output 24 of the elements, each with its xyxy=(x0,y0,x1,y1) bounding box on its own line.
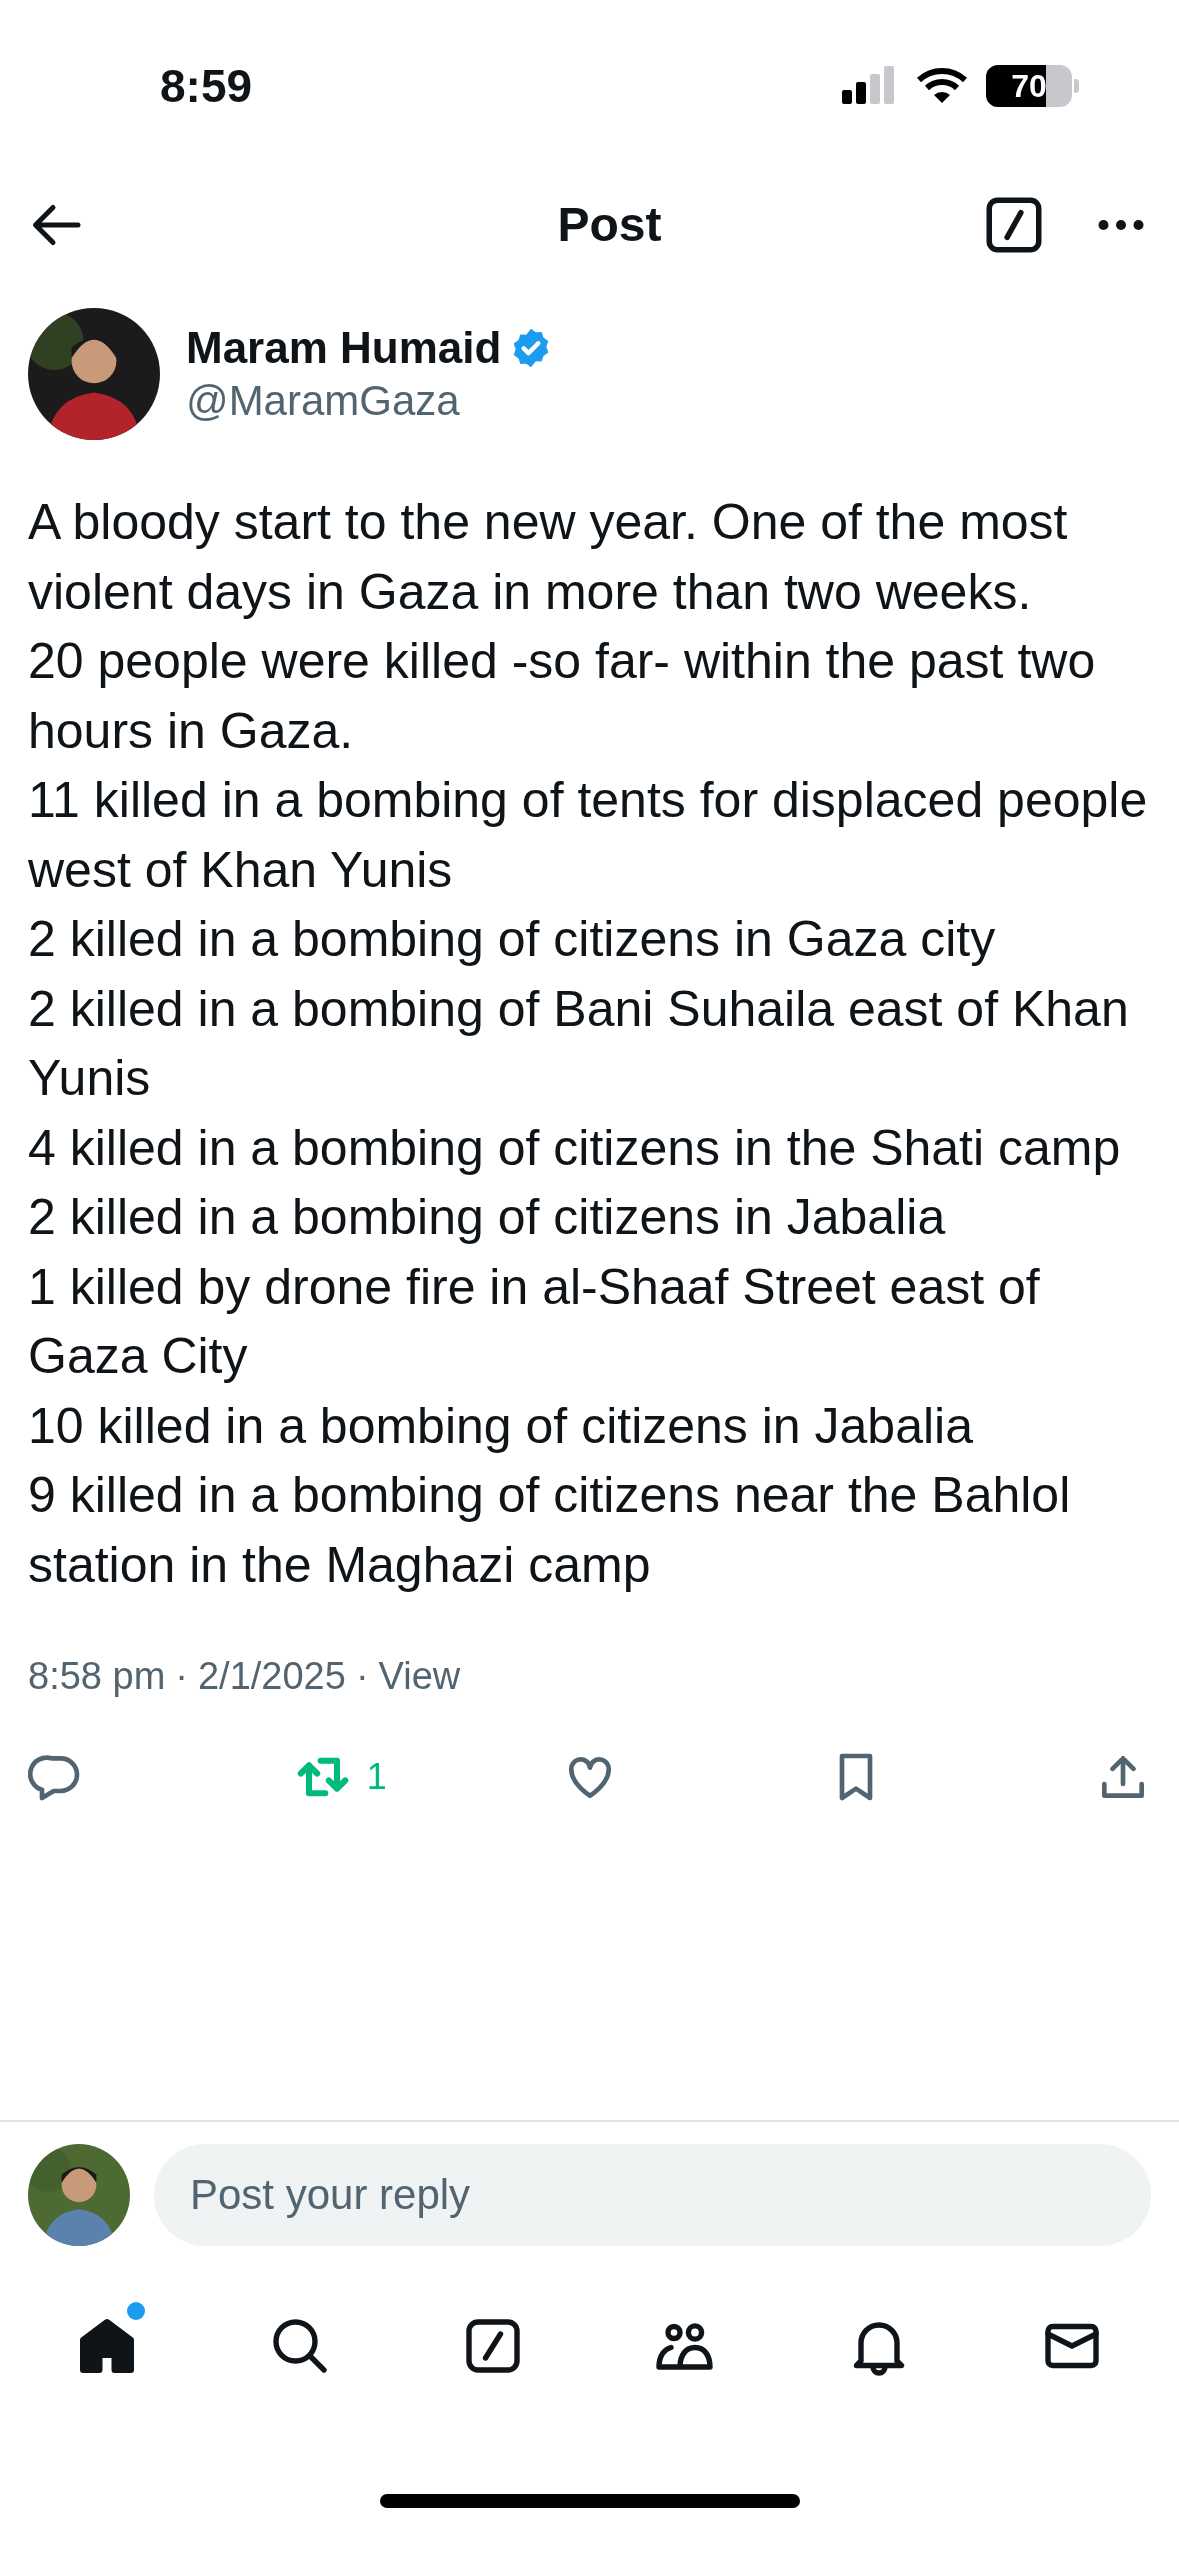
post-text-line: 20 people were killed -so far- within the past two hours in Gaza. xyxy=(28,632,1097,761)
post-date: 2/1/2025 xyxy=(197,1654,346,1699)
battery-cap xyxy=(1074,79,1079,93)
post-text-line: 10 killed in a bombing of citizens in Jabalia xyxy=(28,1396,974,1456)
battery-level: 70 xyxy=(1011,67,1047,106)
post-text-line: 2 killed in a bombing of citizens in Jabalia xyxy=(28,1188,947,1247)
view-link[interactable]: View xyxy=(378,1648,461,1705)
repost-count: 1 xyxy=(366,1755,387,1799)
separator-dot: · xyxy=(355,1654,369,1699)
post-text-line: 4 killed in a bombing of citizens in the Shati camp xyxy=(28,1118,1122,1178)
post-time: 8:58 pm xyxy=(28,1654,166,1699)
post-text-line: 9 killed in a bombing of citizens near the Bahlol station in the Maghazi camp xyxy=(28,1466,1072,1595)
post-text-line: 2 killed in a bombing of Bani Suhaila east of Khan Yunis xyxy=(28,979,1130,1108)
reply-field[interactable]: Post your reply xyxy=(154,2144,1151,2246)
post-text-line: 1 killed by drone fire in al-Shaaf Street east of Gaza City xyxy=(28,1257,1041,1386)
post-text-line: 2 killed in a bombing of citizens in Gaza city xyxy=(28,910,997,969)
status-time: 8:59 xyxy=(160,58,253,114)
author-name: Maram Humaid xyxy=(186,322,502,374)
wifi-icon xyxy=(916,67,968,105)
page-title: Post xyxy=(557,197,662,253)
post-text-line: 11 killed in a bombing of tents for displaced people west of Khan Yunis xyxy=(28,771,1149,900)
author-handle: @MaramGaza xyxy=(186,376,461,426)
post-text-line: A bloody start to the new year. One of the most violent days in Gaza in more than two weeks. xyxy=(28,493,1069,622)
separator-dot: · xyxy=(175,1654,188,1699)
